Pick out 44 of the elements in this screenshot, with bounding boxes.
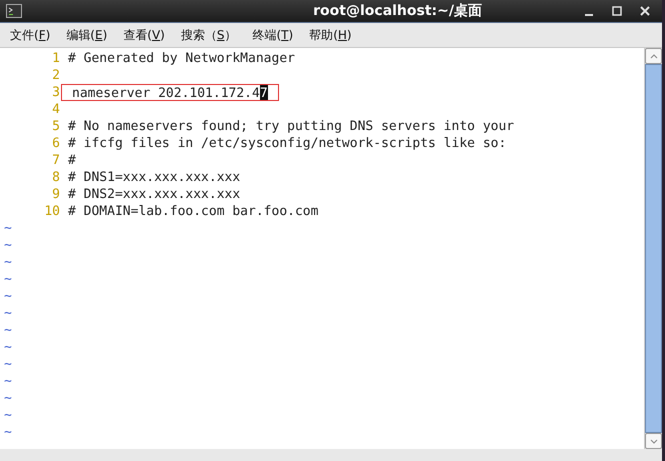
- line-number: 1: [51, 50, 60, 67]
- code-line: # No nameservers found; try putting DNS servers into your: [68, 118, 514, 135]
- menu-item[interactable]: 搜索（S）: [174, 24, 242, 46]
- empty-line-marker: ~: [3, 254, 12, 271]
- menu-item[interactable]: 查看(V): [117, 24, 171, 46]
- empty-line-marker: ~: [3, 373, 12, 390]
- code-line: # ifcfg files in /etc/sysconfig/network-scripts like so:: [68, 135, 506, 152]
- line-number: 8: [51, 169, 60, 186]
- empty-line-marker: ~: [3, 271, 12, 288]
- line-number: 4: [51, 101, 60, 118]
- line-number: 5: [51, 118, 60, 135]
- empty-line-marker: ~: [3, 237, 12, 254]
- maximize-icon: [612, 6, 622, 16]
- code-line: # Generated by NetworkManager: [68, 50, 295, 67]
- code-line: #: [68, 152, 76, 169]
- empty-line-marker: ~: [3, 339, 12, 356]
- empty-line-marker: ~: [3, 220, 12, 237]
- empty-line-marker: ~: [3, 390, 12, 407]
- menu-item[interactable]: 文件(F): [4, 24, 56, 46]
- empty-line-marker: ~: [3, 305, 12, 322]
- code-line: # DNS1=xxx.xxx.xxx.xxx: [68, 169, 240, 186]
- scroll-down-button[interactable]: [645, 433, 662, 449]
- empty-line-marker: ~: [3, 288, 12, 305]
- text-cursor: 7: [260, 85, 268, 100]
- code-line: # DNS2=xxx.xxx.xxx.xxx: [68, 186, 240, 203]
- line-number: 10: [43, 203, 60, 220]
- close-icon: [640, 6, 650, 16]
- window-title: root@localhost:~/桌面: [312, 2, 483, 20]
- terminal-icon: [6, 4, 22, 18]
- empty-line-marker: ~: [3, 407, 12, 424]
- minimize-icon: [585, 14, 593, 16]
- line-number: 9: [51, 186, 60, 203]
- menu-item[interactable]: 帮助(H): [303, 24, 358, 46]
- empty-line-marker: ~: [3, 322, 12, 339]
- scroll-up-button[interactable]: [645, 48, 662, 64]
- line-number: 2: [51, 67, 60, 84]
- line-number: 7: [51, 152, 60, 169]
- empty-line-marker: ~: [3, 424, 12, 441]
- line-number: 6: [51, 135, 60, 152]
- menu-item[interactable]: 编辑(E): [60, 24, 114, 46]
- menu-item[interactable]: 终端(T): [246, 24, 300, 46]
- code-line: # DOMAIN=lab.foo.com bar.foo.com: [68, 203, 318, 220]
- line-number: 3: [51, 84, 60, 101]
- empty-line-marker: ~: [3, 356, 12, 373]
